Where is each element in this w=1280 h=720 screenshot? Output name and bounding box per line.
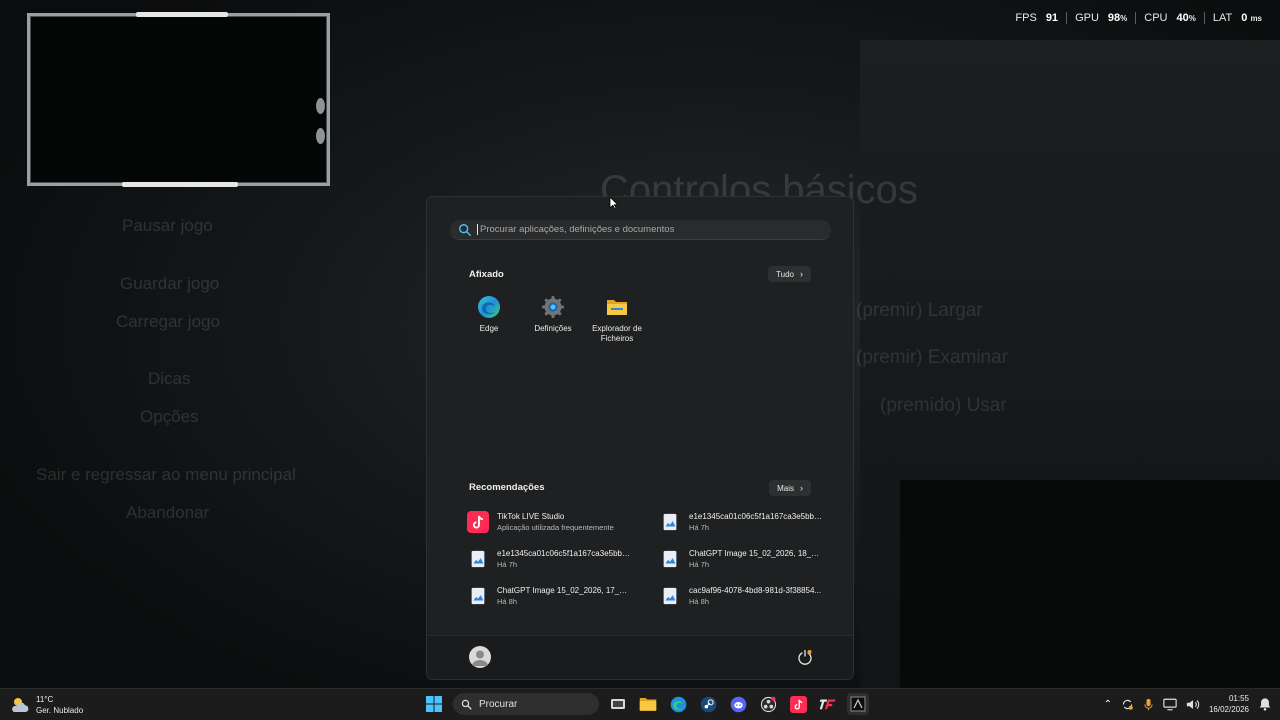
windows-logo-icon xyxy=(426,696,442,712)
user-avatar[interactable] xyxy=(469,646,491,668)
edge-icon xyxy=(478,296,500,318)
chevron-up-icon[interactable]: ⌃ xyxy=(1104,699,1112,710)
steam-icon xyxy=(700,696,716,712)
taskbar-tiktok[interactable] xyxy=(787,693,809,715)
taskbar: 11°C Ger. Nublado Procurar ⌃ 01:55 16/02… xyxy=(0,688,1280,720)
background-menu-item: Pausar jogo xyxy=(122,216,213,235)
tf-logo-icon xyxy=(819,699,836,710)
taskbar-steam[interactable] xyxy=(697,693,719,715)
start-menu: Afixado Tudo › Edge xyxy=(426,196,854,680)
webcam-frame-tab xyxy=(122,182,238,187)
image-file-icon xyxy=(467,548,489,570)
taskbar-edge[interactable] xyxy=(667,693,689,715)
power-icon[interactable] xyxy=(797,649,813,665)
game-app-icon xyxy=(850,696,866,712)
background-menu-item: Sair e regressar ao menu principal xyxy=(36,465,296,484)
recommended-section-title: Recomendações xyxy=(469,482,545,493)
background-menu-item: Abandonar xyxy=(126,503,210,522)
recommended-item[interactable]: e1e1345ca01c06c5f1a167ca3e5bb8b... Há 7h xyxy=(659,510,827,533)
background-menu-item: Guardar jogo xyxy=(120,274,220,293)
taskbar-game[interactable] xyxy=(847,693,869,715)
discord-icon xyxy=(730,696,746,712)
taskbar-obs[interactable] xyxy=(757,693,779,715)
edge-icon xyxy=(670,696,686,712)
taskbar-discord[interactable] xyxy=(727,693,749,715)
microphone-icon[interactable] xyxy=(1143,698,1154,711)
image-file-icon xyxy=(659,585,681,607)
fps-stat: FPS 91 xyxy=(1015,12,1059,24)
webcam-frame-knob xyxy=(316,98,325,114)
recommended-list: TikTok LIVE Studio Aplicação utilizada fr… xyxy=(467,510,827,607)
cloudy-weather-icon xyxy=(12,698,29,712)
cpu-stat: CPU 40% xyxy=(1135,12,1204,24)
recommended-item[interactable]: ChatGPT Image 15_02_2026, 18_00_... Há 7h xyxy=(659,547,827,570)
more-button[interactable]: Mais › xyxy=(769,480,811,496)
taskbar-file-explorer[interactable] xyxy=(637,693,659,715)
pinned-app-file-explorer[interactable]: Explorador de Ficheiros xyxy=(585,295,649,344)
image-file-icon xyxy=(659,548,681,570)
webcam-frame-knob xyxy=(316,128,325,144)
task-view-button[interactable] xyxy=(607,693,629,715)
background-control-line: (premir) Examinar xyxy=(856,347,1009,368)
chevron-right-icon: › xyxy=(800,483,803,493)
performance-overlay: FPS 91 GPU 98% CPU 40% LAT 0 ms xyxy=(1007,12,1270,24)
taskbar-tiktok-live[interactable] xyxy=(817,693,839,715)
pinned-app-settings[interactable]: Definições xyxy=(521,295,585,344)
folder-icon xyxy=(607,300,627,315)
background-menu-item: Carregar jogo xyxy=(116,312,220,331)
settings-gear-icon xyxy=(542,296,564,318)
recommended-item[interactable]: TikTok LIVE Studio Aplicação utilizada fr… xyxy=(467,510,659,533)
pinned-app-edge[interactable]: Edge xyxy=(457,295,521,344)
network-icon[interactable] xyxy=(1163,698,1177,711)
taskbar-search[interactable]: Procurar xyxy=(453,693,599,715)
start-button[interactable] xyxy=(423,693,445,715)
background-control-line: (premido) Usar xyxy=(880,395,1007,416)
task-view-icon xyxy=(611,699,625,709)
chevron-right-icon: › xyxy=(800,269,803,279)
search-icon xyxy=(459,223,471,236)
volume-icon[interactable] xyxy=(1186,698,1200,711)
sync-icon[interactable] xyxy=(1121,698,1134,711)
recommended-item[interactable]: ChatGPT Image 15_02_2026, 17_28_... Há 8h xyxy=(467,584,659,607)
start-search-input[interactable] xyxy=(477,224,807,235)
background-menu-item: Dicas xyxy=(148,369,191,388)
search-icon xyxy=(461,699,472,710)
start-search-box[interactable] xyxy=(450,220,831,240)
tiktok-icon xyxy=(789,695,807,713)
image-file-icon xyxy=(467,585,489,607)
user-icon xyxy=(472,650,488,666)
pinned-apps: Edge Definições Explorador de Ficheiros xyxy=(457,295,649,344)
notification-bell-icon[interactable] xyxy=(1258,697,1272,711)
weather-widget[interactable]: 11°C Ger. Nublado xyxy=(10,694,83,716)
background-control-line: (premir) Largar xyxy=(856,300,983,321)
latency-stat: LAT 0 ms xyxy=(1203,12,1270,24)
recommended-item[interactable]: cac9af96-4078-4bd8-981d-3f38854... Há 8h xyxy=(659,584,827,607)
background-shadow xyxy=(900,480,1280,690)
gpu-stat: GPU 98% xyxy=(1066,12,1135,24)
clock[interactable]: 01:55 16/02/2026 xyxy=(1209,693,1249,715)
taskbar-apps: Procurar xyxy=(423,693,869,715)
webcam-frame-tab xyxy=(136,12,228,17)
webcam-overlay xyxy=(27,12,330,187)
background-menu-item: Opções xyxy=(140,407,199,426)
folder-icon xyxy=(639,698,657,711)
mouse-cursor-icon xyxy=(609,196,618,210)
system-tray: ⌃ 01:55 16/02/2026 xyxy=(1104,693,1272,715)
image-file-icon xyxy=(659,511,681,533)
recommended-item[interactable]: e1e1345ca01c06c5f1a167ca3e5bb8b1 Há 7h xyxy=(467,547,659,570)
pinned-section-title: Afixado xyxy=(469,269,504,280)
obs-icon xyxy=(760,696,776,712)
start-menu-footer xyxy=(427,635,853,679)
all-apps-button[interactable]: Tudo › xyxy=(768,266,811,282)
tiktok-icon xyxy=(467,510,489,533)
